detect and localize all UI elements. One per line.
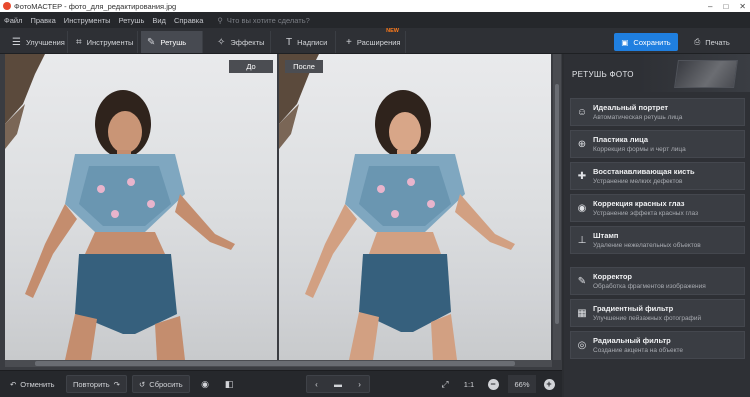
eye-icon[interactable]: ◉ [196,375,214,393]
compare-icon[interactable]: ◧ [220,375,238,393]
tool-corrector[interactable]: ✎ Корректор Обработка фрагментов изображе… [570,267,745,295]
menu-item-edit[interactable]: Правка [30,16,55,25]
prev-icon[interactable]: ‹ [315,380,318,389]
window-controls: – □ ✕ [708,0,746,12]
after-label: После [285,60,323,73]
photo-before[interactable]: До [5,54,277,360]
folder-icon[interactable]: ▬ [334,380,342,389]
tab-retouch[interactable]: ✎ Ретушь [141,31,203,53]
save-icon: ▣ [621,37,629,47]
photo-before-image [5,54,235,360]
menu-item-tools[interactable]: Инструменты [64,16,111,25]
face-icon: ⊕ [577,138,587,150]
tab-extensions[interactable]: + Расширения NEW [340,28,406,53]
print-button[interactable]: ⎙ Печать [682,33,742,51]
maximize-icon[interactable]: □ [723,2,728,11]
zoom-in-button[interactable]: + [540,375,558,393]
photo-after[interactable]: После [279,54,551,360]
fit-screen-icon[interactable]: ⤢ [436,375,454,393]
redo-icon: ↷ [113,379,120,389]
tool-red-eye[interactable]: ◉ Коррекция красных глаз Устранение эффек… [570,194,745,222]
undo-button[interactable]: ↶ Отменить [4,375,61,393]
wand-icon: ✧ [217,36,226,48]
menu-bar: Файл Правка Инструменты Ретушь Вид Справ… [0,12,750,28]
app-logo-icon [3,2,11,10]
new-badge: NEW [386,28,399,34]
tool-face-shaping[interactable]: ⊕ Пластика лица Коррекция формы и черт ли… [570,130,745,158]
portrait-icon: ☺ [576,106,588,118]
tab-text[interactable]: T Надписи [280,31,336,53]
save-button[interactable]: ▣ Сохранить [614,33,678,51]
window-title: ФотоМАСТЕР - фото_для_редактирования.jpg [14,1,177,11]
zoom-level: 66% [508,375,536,393]
minimize-icon[interactable]: – [708,2,712,11]
tool-healing-brush[interactable]: ✚ Восстанавливающая кисть Устранение мелк… [570,162,745,190]
printer-icon: ⎙ [694,37,701,46]
corrector-brush-icon: ✎ [577,275,587,287]
tool-stamp[interactable]: ⊥ Штамп Удаление нежелательных объектов [570,226,745,254]
next-icon[interactable]: › [358,380,361,389]
menu-item-view[interactable]: Вид [152,16,166,25]
image-navigation: ‹ ▬ › [306,375,370,393]
radial-icon: ◎ [577,339,587,351]
gradient-icon: ▦ [577,307,587,319]
zoom-out-button[interactable]: − [484,375,502,393]
menu-search[interactable]: ⚲ Что вы хотите сделать? [217,16,309,25]
retouch-panel: РЕТУШЬ ФОТО ☺ Идеальный портрет Автоматич… [564,54,750,397]
crop-icon: ⌗ [76,36,82,48]
tab-effects[interactable]: ✧ Эффекты [211,31,271,53]
vertical-scrollbar[interactable] [553,54,561,360]
tab-improvements[interactable]: ☰ Улучшения [6,31,68,53]
tool-radial-filter[interactable]: ◎ Радиальный фильтр Создание акцента на о… [570,331,745,359]
plus-icon: + [346,36,352,48]
menu-item-help[interactable]: Справка [174,16,203,25]
horizontal-scrollbar[interactable] [5,360,552,367]
close-icon[interactable]: ✕ [739,2,746,11]
search-placeholder: Что вы хотите сделать? [226,15,310,25]
title-bar: ФотоМАСТЕР - фото_для_редактирования.jpg… [0,0,750,12]
scroll-thumb[interactable] [555,84,559,324]
panel-header: РЕТУШЬ ФОТО [564,54,750,92]
undo-icon: ↶ [10,379,17,389]
menu-item-retouch[interactable]: Ретушь [119,16,145,25]
bottom-bar: ↶ Отменить Повторить ↷ ↺ Сбросить ◉ ◧ ‹ … [0,370,562,397]
main-toolbar: ☰ Улучшения ⌗ Инструменты ✎ Ретушь ✧ Эфф… [0,28,750,54]
minus-icon: − [487,378,499,390]
reset-icon: ↺ [139,379,146,389]
canvas-area: До После [0,54,562,370]
actual-size-button[interactable]: 1:1 [460,375,478,393]
search-icon: ⚲ [217,15,223,25]
before-label: До [229,60,273,73]
menu-item-file[interactable]: Файл [4,16,22,25]
photo-after-image [279,54,515,360]
panel-header-image [674,60,738,88]
text-icon: T [286,36,293,48]
tool-gradient-filter[interactable]: ▦ Градиентный фильтр Улучшение пейзажных … [570,299,745,327]
sliders-icon: ☰ [12,36,21,48]
stamp-icon: ⊥ [577,234,587,246]
redo-button[interactable]: Повторить ↷ [66,375,127,393]
eye-icon: ◉ [577,202,587,214]
tool-ideal-portrait[interactable]: ☺ Идеальный портрет Автоматическая ретушь… [570,98,745,126]
healing-brush-icon: ✚ [577,170,587,182]
scroll-thumb[interactable] [35,361,515,366]
tab-tools[interactable]: ⌗ Инструменты [70,31,138,53]
brush-icon: ✎ [147,36,156,48]
panel-title: РЕТУШЬ ФОТО [572,70,634,79]
reset-button[interactable]: ↺ Сбросить [132,375,190,393]
plus-icon: + [543,378,555,390]
